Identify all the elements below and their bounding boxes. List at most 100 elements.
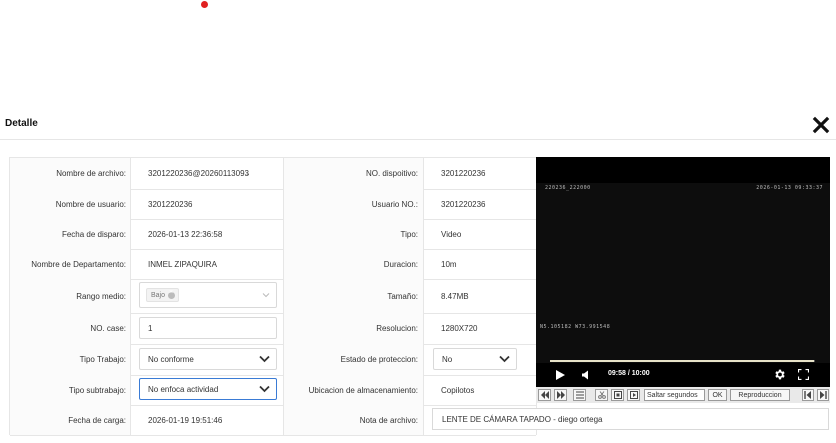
ok-button-label: OK — [712, 391, 723, 399]
chevron-down-icon — [259, 385, 270, 393]
list-button[interactable] — [573, 389, 586, 401]
label-departamento: Nombre de Departamento: — [10, 249, 131, 279]
no-caso-input[interactable]: 1 — [139, 317, 277, 339]
chevron-down-icon — [259, 355, 270, 363]
rango-medio-tag[interactable]: Bajo — [146, 288, 180, 302]
skip-seconds-input[interactable]: Saltar segundos — [644, 389, 705, 401]
rewind-button[interactable] — [538, 389, 551, 401]
label-resolucion: Resolucion: — [284, 313, 424, 344]
tipo-subtrabajo-value: No enfoca actividad — [148, 384, 219, 394]
value-cell: No conforme — [131, 344, 284, 375]
form-row: Fecha de disparo: 2026-01-13 22:36:58 Ti… — [10, 219, 536, 250]
rewind-icon — [540, 391, 549, 399]
volume-icon[interactable] — [581, 370, 591, 380]
label-no-caso: NO. case: — [10, 313, 131, 344]
fast-forward-button[interactable] — [554, 389, 567, 401]
playback-toolbar: Saltar segundos OK Reproduccion — [536, 387, 830, 403]
chevron-down-icon — [499, 355, 510, 363]
play-icon[interactable] — [556, 370, 565, 380]
clip-button[interactable] — [595, 389, 608, 401]
label-no-dispositivo: NO. dispoitivo: — [284, 158, 424, 189]
label-fecha-carga: Fecha de carga: — [10, 405, 131, 435]
fast-forward-icon — [556, 391, 565, 399]
form-row: NO. case: 1 Resolucion: 1280X720 — [10, 313, 536, 345]
osd-timestamp: 2026-01-13 09:33:37 — [756, 185, 823, 191]
frame-button[interactable] — [611, 389, 624, 401]
skip-start-button[interactable] — [802, 389, 814, 401]
skip-start-icon — [804, 391, 811, 399]
value-duracion: 10m — [441, 259, 457, 269]
skip-seconds-placeholder: Saltar segundos — [647, 391, 698, 399]
value-cell: 1 — [131, 313, 284, 344]
label-tipo-trabajo: Tipo Trabajo: — [10, 344, 131, 375]
snapshot-button[interactable] — [627, 389, 640, 401]
fullscreen-icon[interactable] — [798, 369, 809, 380]
form-row: Tipo subtrabajo: No enfoca actividad Ubi… — [10, 375, 536, 406]
video-player[interactable]: 220236_222000 2026-01-13 09:33:37 N5.105… — [536, 157, 830, 387]
label-usuario-no: Usuario NO.: — [284, 189, 424, 219]
osd-gps: N5.105182 W73.991548 — [540, 324, 611, 330]
label-nombre-usuario: Nombre de usuario: — [10, 189, 131, 219]
video-progress-bar[interactable] — [550, 360, 815, 362]
label-rango-medio: Rango medio: — [10, 279, 131, 313]
form-row: Rango medio: Bajo Tamaño: 8.47MB — [10, 279, 536, 314]
marker-dot — [201, 1, 208, 8]
value-departamento: INMEL ZIPAQUIRA — [131, 249, 284, 279]
rango-medio-select[interactable]: Bajo — [139, 282, 277, 308]
skip-end-icon — [820, 391, 827, 399]
tipo-trabajo-select[interactable]: No conforme — [139, 348, 277, 370]
ok-button[interactable]: OK — [708, 389, 727, 401]
no-caso-value: 1 — [148, 323, 153, 333]
tipo-subtrabajo-select[interactable]: No enfoca actividad — [139, 378, 277, 400]
skip-end-button[interactable] — [817, 389, 829, 401]
value-nombre-usuario: 3201220236 — [131, 189, 284, 219]
list-icon — [575, 391, 584, 399]
label-duracion: Duracion: — [284, 249, 424, 279]
estado-proteccion-select[interactable]: No — [433, 348, 517, 370]
label-nota-archivo: Nota de archivo: — [284, 405, 424, 435]
frame-icon — [613, 391, 622, 399]
label-nombre-archivo: Nombre de archivo: — [10, 158, 131, 189]
form-row: Tipo Trabajo: No conforme Estado de prot… — [10, 344, 536, 376]
value-cell: No — [424, 344, 536, 375]
video-frame[interactable] — [536, 183, 830, 363]
close-icon — [812, 116, 830, 134]
value-cell: No enfoca actividad — [131, 375, 284, 405]
value-resolucion: 1280X720 — [441, 324, 478, 333]
tipo-trabajo-value: No conforme — [148, 354, 194, 364]
detail-form: Nombre de archivo: 3201220236@2026011309… — [9, 157, 537, 436]
value-cell: Bajo — [131, 279, 284, 313]
playback-mode-button[interactable]: Reproduccion — [730, 389, 790, 401]
label-ubicacion: Ubicacion de almacenamiento: — [284, 375, 424, 405]
chevron-down-icon — [262, 293, 270, 298]
settings-icon[interactable] — [773, 368, 786, 381]
label-tamano: Tamaño: — [284, 279, 424, 313]
form-row: Nombre de archivo: 3201220236@2026011309… — [10, 158, 536, 190]
label-fecha-disparo: Fecha de disparo: — [10, 219, 131, 249]
form-row: Nombre de usuario: 3201220236 Usuario NO… — [10, 189, 536, 220]
value-nombre-archivo: 3201220236@20260113093̶ — [148, 169, 249, 178]
modal-title: Detalle — [5, 118, 38, 129]
value-fecha-disparo: 2026-01-13 22:36:58 — [131, 219, 284, 249]
nota-archivo-input[interactable]: LENTE DE CÁMARA TAPADO - diego ortega — [432, 408, 829, 430]
tag-remove-icon[interactable] — [168, 289, 176, 299]
value-cell: 3201220236@20260113093̶ — [131, 158, 284, 189]
label-tipo-subtrabajo: Tipo subtrabajo: — [10, 375, 131, 405]
video-controls: 09:58 / 10:00 — [536, 365, 830, 387]
value-ubicacion: Copilotos — [441, 385, 475, 395]
osd-top-left: 220236_222000 — [545, 185, 591, 191]
value-tipo: Video — [441, 229, 462, 239]
form-row: Nombre de Departamento: INMEL ZIPAQUIRA … — [10, 249, 536, 280]
value-tamano: 8.47MB — [441, 291, 469, 301]
modal-header: Detalle — [0, 110, 836, 140]
snapshot-icon — [629, 391, 638, 399]
scissors-icon — [597, 391, 606, 399]
playback-mode-label: Reproduccion — [738, 391, 782, 399]
close-button[interactable] — [812, 116, 830, 134]
rango-medio-tag-label: Bajo — [151, 291, 166, 299]
nota-archivo-value: LENTE DE CÁMARA TAPADO - diego ortega — [442, 414, 603, 424]
value-fecha-carga: 2026-01-19 19:51:46 — [131, 405, 284, 435]
value-no-dispositivo: 3201220236 — [441, 169, 486, 178]
label-estado-proteccion: Estado de proteccion: — [284, 344, 424, 375]
label-tipo: Tipo: — [284, 219, 424, 249]
